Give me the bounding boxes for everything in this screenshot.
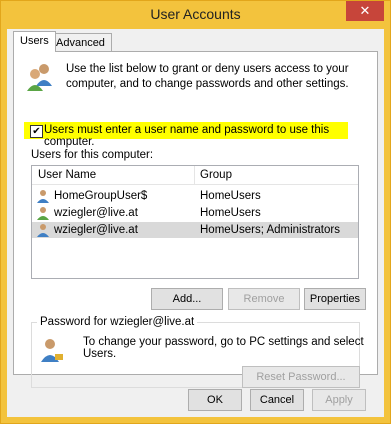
intro-text: Use the list below to grant or deny user… — [66, 63, 349, 90]
apply-button[interactable]: Apply — [312, 389, 366, 411]
properties-button[interactable]: Properties — [304, 288, 366, 310]
cancel-button[interactable]: Cancel — [250, 389, 304, 411]
list-header: User Name Group — [32, 166, 358, 185]
user-accounts-window: User Accounts ✕ Users Advanced Use the l… — [0, 0, 391, 424]
cell-group: HomeUsers — [200, 190, 261, 202]
require-login-checkbox[interactable]: ✔ — [30, 125, 43, 138]
reset-password-button[interactable]: Reset Password... — [242, 366, 360, 388]
tab-advanced-label: Advanced — [56, 37, 105, 49]
password-group-label: Password for wziegler@live.at — [37, 316, 198, 328]
table-row[interactable]: HomeGroupUser$ HomeUsers — [32, 188, 358, 204]
cell-group: HomeUsers; Administrators — [200, 224, 340, 236]
add-user-button[interactable]: Add... — [151, 288, 223, 310]
cell-user-name: HomeGroupUser$ — [54, 190, 148, 202]
column-header-user-name[interactable]: User Name — [38, 169, 96, 181]
dialog-client-area: Users Advanced Use the list below to gra… — [7, 29, 384, 417]
user-icon — [37, 190, 49, 203]
close-icon: ✕ — [359, 3, 371, 18]
user-icon — [37, 207, 49, 220]
column-divider[interactable] — [194, 166, 195, 184]
users-group-icon — [27, 64, 52, 91]
user-key-icon — [41, 339, 63, 362]
users-tab-panel: Use the list below to grant or deny user… — [13, 51, 378, 388]
cell-group: HomeUsers — [200, 207, 261, 219]
remove-user-button[interactable]: Remove — [228, 288, 300, 310]
window-title: User Accounts — [150, 6, 241, 22]
table-row[interactable]: wziegler@live.at HomeUsers; Administrato… — [32, 222, 358, 238]
tab-users[interactable]: Users — [13, 31, 56, 52]
ok-button[interactable]: OK — [188, 389, 242, 411]
title-bar[interactable]: User Accounts ✕ — [1, 1, 390, 29]
close-button[interactable]: ✕ — [346, 1, 384, 21]
cell-user-name: wziegler@live.at — [54, 224, 138, 236]
password-instructions: To change your password, go to PC settin… — [83, 336, 364, 360]
cell-user-name: wziegler@live.at — [54, 207, 138, 219]
column-header-group[interactable]: Group — [200, 169, 232, 181]
tab-users-label: Users — [20, 35, 49, 47]
users-list[interactable]: User Name Group HomeGroupUser$ HomeUsers — [31, 165, 359, 279]
table-row[interactable]: wziegler@live.at HomeUsers — [32, 205, 358, 221]
require-login-label[interactable]: Users must enter a user name and passwor… — [44, 124, 377, 148]
tab-advanced[interactable]: Advanced — [49, 33, 112, 52]
user-icon — [37, 224, 49, 237]
users-section-label: Users for this computer: — [31, 149, 154, 161]
